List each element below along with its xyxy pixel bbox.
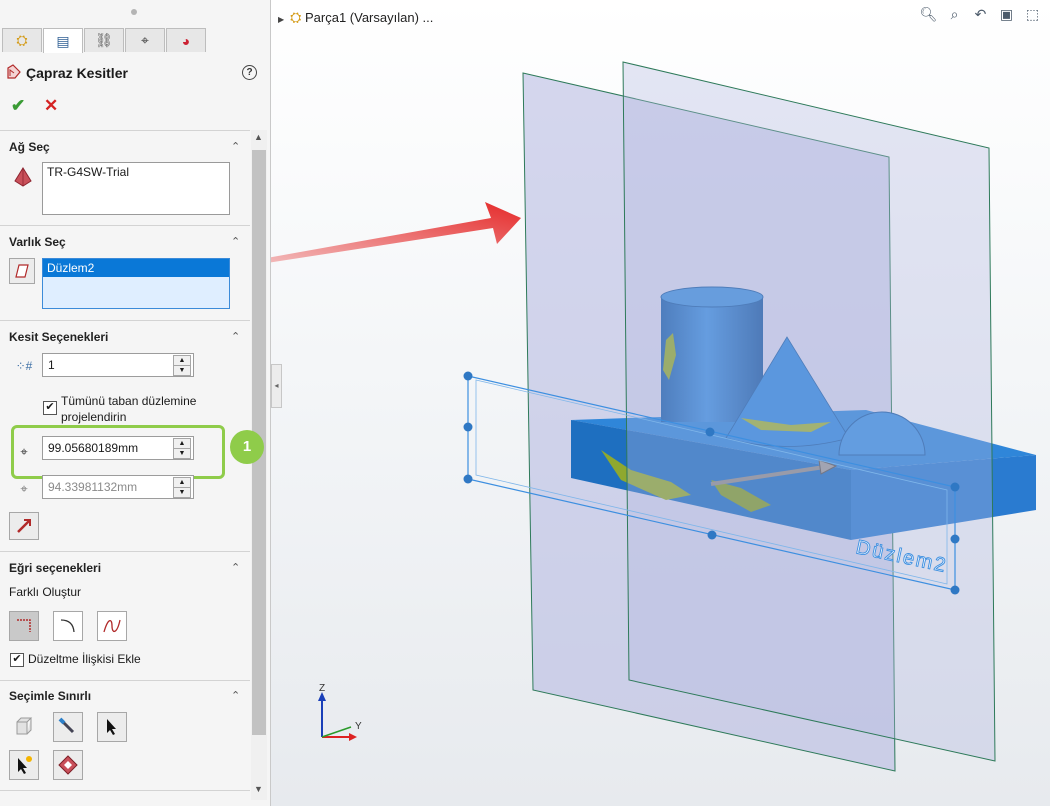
crosshair-icon: ⌖ [141, 32, 149, 48]
panel-grip[interactable] [131, 9, 137, 15]
property-icon: ▤ [56, 32, 70, 49]
select-star-button[interactable] [9, 750, 39, 780]
manager-tabs: ⛭ ▤ ⛓ ⌖ ◕ [2, 28, 207, 53]
d1-value[interactable]: 99.05680189mm [48, 441, 138, 455]
divider [0, 130, 250, 131]
section-count-stepper[interactable]: 1 ▲ ▼ [42, 353, 194, 377]
plane-select-button[interactable] [9, 258, 35, 284]
config-icon: ⛓ [95, 32, 113, 48]
feature-tree-icon: ⛭ [16, 32, 28, 48]
entity-selection-list[interactable]: Düzlem2 [42, 258, 230, 309]
reverse-direction-button[interactable] [9, 512, 39, 540]
section-mesh-title: Ağ Seç [9, 140, 50, 154]
section-entity-title: Varlık Seç [9, 235, 66, 249]
tab-featuremanager[interactable]: ⛭ [2, 28, 42, 52]
mesh-facet-icon [58, 755, 78, 775]
brush-select-icon [58, 717, 75, 734]
select-body-button[interactable] [9, 712, 39, 742]
mesh-body-icon [14, 167, 32, 187]
tab-configuration[interactable]: ⛓ [84, 28, 124, 52]
callout-badge: 1 [230, 430, 264, 464]
polyline-icon [17, 619, 31, 632]
reference-plane-front [622, 61, 996, 762]
divider [0, 790, 250, 791]
plane-icon [15, 264, 29, 278]
select-pointer-button[interactable] [97, 712, 127, 742]
project-checkbox[interactable]: ✔ [43, 401, 57, 415]
help-icon[interactable]: ? [242, 65, 257, 80]
collapse-icon[interactable]: ⌃ [231, 140, 240, 153]
project-label: Tümünü taban düzlemine projelendirin [61, 394, 197, 424]
box-select-icon [16, 717, 33, 735]
divider [0, 320, 250, 321]
tab-propertymanager[interactable]: ▤ [43, 28, 83, 53]
section-limit-title: Seçimle Sınırlı [9, 689, 92, 703]
scroll-up-icon[interactable]: ▲ [254, 132, 263, 142]
smooth-relation-checkbox[interactable]: ✔ [10, 653, 24, 667]
ok-button[interactable]: ✔ [11, 96, 25, 116]
d1-distance-stepper[interactable]: 99.05680189mm ▲ ▼ [42, 436, 194, 460]
arc-option-button[interactable] [53, 611, 83, 641]
model-viewport[interactable]: Düzlem2 Z Y [271, 0, 1050, 806]
distance-d2-icon: ⌖ [20, 481, 28, 496]
plane-handle[interactable] [707, 530, 717, 540]
section-count-icon: ⁘# [15, 359, 33, 373]
pointer-icon [107, 719, 116, 735]
collapse-icon[interactable]: ⌃ [231, 330, 240, 343]
scroll-down-icon[interactable]: ▼ [254, 784, 263, 794]
tab-dimxpert[interactable]: ⌖ [125, 28, 165, 52]
spin-down-icon[interactable]: ▼ [173, 487, 191, 498]
select-paint-button[interactable] [53, 712, 83, 742]
coordinate-triad: Z Y [318, 683, 362, 741]
section-curve-title: Eğri seçenekleri [9, 561, 102, 575]
pointer-arrow [271, 202, 521, 263]
mesh-selection-list[interactable]: TR-G4SW-Trial [42, 162, 230, 215]
cross-section-icon [7, 64, 21, 79]
d2-distance-stepper[interactable]: 94.33981132mm ▲ ▼ [42, 475, 194, 499]
property-manager: ⛭ ▤ ⛓ ⌖ ◕ Çapraz Kesitler ? ✔ ✕ ▲ ▼ Ağ S… [0, 0, 271, 806]
section-count-value[interactable]: 1 [48, 358, 55, 372]
plane-handle[interactable] [950, 585, 960, 595]
plane-handle[interactable] [950, 482, 960, 492]
arc-icon [60, 619, 75, 633]
select-mesh-button[interactable] [53, 750, 83, 780]
section-options-title: Kesit Seçenekleri [9, 330, 109, 344]
pointer-star-icon [18, 756, 32, 774]
smooth-relation-label: Düzeltme İlişkisi Ekle [28, 652, 141, 666]
collapse-icon[interactable]: ⌃ [231, 561, 240, 574]
panel-scrollbar[interactable]: ▲ ▼ [251, 130, 267, 800]
cancel-button[interactable]: ✕ [44, 96, 58, 116]
panel-header: Çapraz Kesitler ? [6, 64, 270, 84]
distance-d1-icon: ⌖ [20, 444, 28, 459]
list-item[interactable]: Düzlem2 [43, 259, 229, 277]
polyline-option-button[interactable] [9, 611, 39, 641]
axis-y-label: Y [355, 721, 362, 732]
axis-z-label: Z [319, 683, 325, 694]
display-icon: ◕ [181, 32, 191, 49]
list-item[interactable]: TR-G4SW-Trial [43, 163, 229, 181]
plane-handle[interactable] [463, 422, 473, 432]
plane-handle[interactable] [705, 427, 715, 437]
d2-value[interactable]: 94.33981132mm [48, 480, 137, 494]
plane-handle[interactable] [463, 474, 473, 484]
plane-handle[interactable] [463, 371, 473, 381]
tab-display[interactable]: ◕ [166, 28, 206, 52]
panel-title: Çapraz Kesitler [26, 65, 128, 81]
reverse-direction-icon [17, 519, 31, 533]
divider [0, 551, 250, 552]
spline-icon [103, 619, 121, 633]
spin-down-icon[interactable]: ▼ [173, 448, 191, 459]
collapse-icon[interactable]: ⌃ [231, 235, 240, 248]
create-as-label: Farklı Oluştur [9, 585, 82, 599]
collapse-icon[interactable]: ⌃ [231, 689, 240, 702]
spline-option-button[interactable] [97, 611, 127, 641]
graphics-area[interactable]: ▶⛭ Parça1 (Varsayılan) ... 🔍︎ ⌕ ↶ ▣ ⬚ ◂ [271, 0, 1050, 806]
divider [0, 225, 250, 226]
divider [0, 680, 250, 681]
plane-handle[interactable] [950, 534, 960, 544]
spin-down-icon[interactable]: ▼ [173, 365, 191, 376]
